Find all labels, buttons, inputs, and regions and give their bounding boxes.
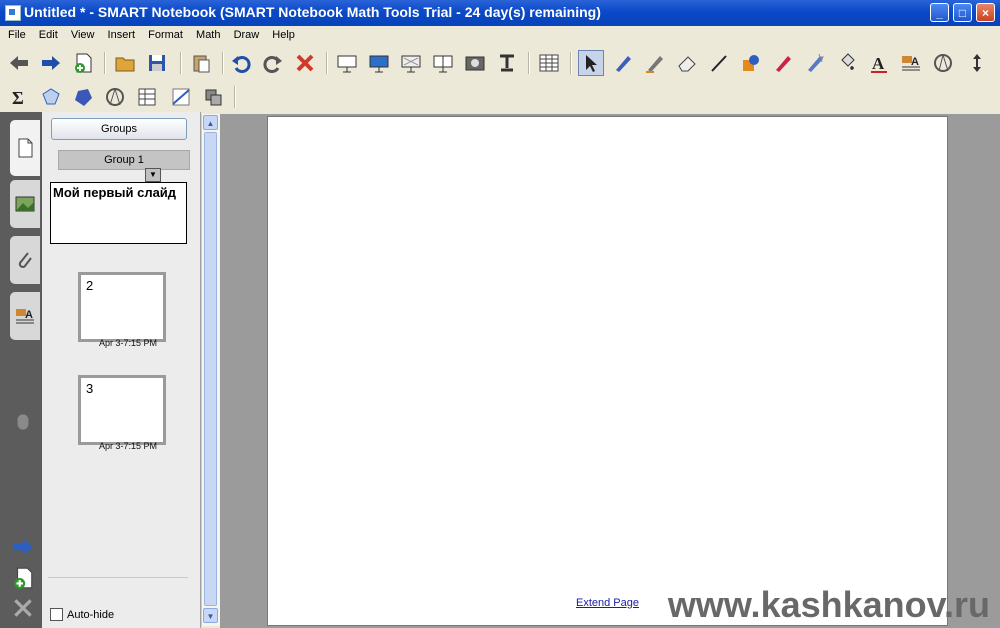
gallery-icon: [15, 196, 35, 212]
add-page-side-icon[interactable]: [11, 566, 35, 590]
dual-page-icon[interactable]: [430, 50, 456, 76]
svg-text:A: A: [872, 54, 885, 73]
sigma-icon[interactable]: Σ: [6, 84, 32, 110]
slide-number: 2: [86, 278, 94, 293]
svg-text:A: A: [25, 309, 33, 321]
slide-timestamp: Apr 3-7:15 PM: [98, 338, 158, 348]
menu-math[interactable]: Math: [188, 26, 224, 41]
3d-shape-icon[interactable]: [38, 84, 64, 110]
sorter-scrollbar[interactable]: ▲ ▼: [201, 114, 220, 626]
table-icon[interactable]: [536, 50, 562, 76]
autohide-checkbox[interactable]: [50, 608, 63, 621]
extend-page-link[interactable]: Extend Page: [576, 597, 639, 609]
notebook-page[interactable]: Extend Page: [267, 116, 948, 626]
maximize-button[interactable]: □: [953, 3, 972, 22]
tab-properties[interactable]: A: [10, 292, 40, 340]
menu-edit[interactable]: Edit: [31, 26, 62, 41]
math-table-icon[interactable]: [134, 84, 160, 110]
shape-recognition-icon[interactable]: [802, 50, 828, 76]
slide-3-thumbnail[interactable]: 3: [78, 375, 166, 445]
transparent-bg-icon[interactable]: [398, 50, 424, 76]
forward-icon[interactable]: [38, 50, 64, 76]
text-icon[interactable]: A: [866, 50, 892, 76]
window-title: Untitled * - SMART Notebook (SMART Noteb…: [24, 4, 601, 20]
capture-icon[interactable]: [462, 50, 488, 76]
line-icon[interactable]: [706, 50, 732, 76]
tab-page-sorter[interactable]: [10, 120, 40, 176]
polygon-icon[interactable]: [70, 84, 96, 110]
svg-text:Σ: Σ: [12, 88, 24, 108]
close-button[interactable]: ×: [976, 3, 995, 22]
app-icon: [5, 5, 21, 21]
measure-icon[interactable]: [930, 50, 956, 76]
menu-draw[interactable]: Draw: [226, 26, 264, 41]
scroll-up-icon[interactable]: ▲: [203, 115, 218, 130]
slide-1-text: Мой первый слайд: [53, 185, 177, 200]
menu-file[interactable]: File: [0, 26, 30, 41]
page-icon: [18, 138, 33, 158]
properties-tab-icon: A: [16, 309, 34, 324]
next-page-icon[interactable]: [11, 535, 35, 559]
scroll-thumb[interactable]: [204, 132, 217, 606]
select-icon[interactable]: [578, 50, 604, 76]
slide-1-thumbnail[interactable]: Мой первый слайд: [50, 182, 187, 244]
tab-gallery[interactable]: [10, 180, 40, 228]
page-sorter: Groups Group 1 ▼ Мой первый слайд 2 Apr …: [42, 112, 201, 628]
menu-bar: File Edit View Insert Format Math Draw H…: [0, 26, 1000, 44]
graph-icon[interactable]: [168, 84, 194, 110]
minimize-button[interactable]: _: [930, 3, 949, 22]
paperclip-icon: [18, 252, 32, 268]
menu-insert[interactable]: Insert: [100, 26, 140, 41]
slide-number: 3: [86, 381, 94, 396]
eraser-icon[interactable]: [674, 50, 700, 76]
title-bar: Untitled * - SMART Notebook (SMART Noteb…: [0, 0, 1000, 26]
divider: [48, 577, 188, 578]
back-icon[interactable]: [6, 50, 32, 76]
slide-2-thumbnail[interactable]: 2: [78, 272, 166, 342]
math-toolbar: Σ: [0, 80, 1000, 112]
side-tab-strip: A: [0, 112, 42, 628]
full-screen-icon[interactable]: [366, 50, 392, 76]
screen-shade-icon[interactable]: [334, 50, 360, 76]
mouse-icon[interactable]: [11, 410, 35, 434]
delete-icon[interactable]: [292, 50, 318, 76]
delete-page-icon[interactable]: [11, 596, 35, 620]
workspace: Extend Page: [220, 114, 1000, 628]
redo-icon[interactable]: [260, 50, 286, 76]
main-toolbar: A A: [0, 46, 1000, 78]
menu-help[interactable]: Help: [264, 26, 299, 41]
creative-pen-icon[interactable]: [642, 50, 668, 76]
math-tools-icon[interactable]: [200, 84, 226, 110]
properties-icon[interactable]: A: [898, 50, 924, 76]
slide-timestamp: Apr 3-7:15 PM: [98, 441, 158, 451]
shapes-icon[interactable]: [738, 50, 764, 76]
scroll-down-icon[interactable]: ▼: [203, 608, 218, 623]
compass-icon[interactable]: [102, 84, 128, 110]
chevron-down-icon[interactable]: ▼: [145, 168, 161, 182]
document-camera-icon[interactable]: [494, 50, 520, 76]
autohide-option[interactable]: Auto-hide: [50, 608, 114, 621]
undo-icon[interactable]: [228, 50, 254, 76]
save-icon[interactable]: [144, 50, 170, 76]
fill-icon[interactable]: [834, 50, 860, 76]
tab-attachments[interactable]: [10, 236, 40, 284]
svg-text:A: A: [911, 56, 919, 68]
group-header[interactable]: Group 1: [58, 150, 190, 170]
toolbar-move-icon[interactable]: [964, 50, 990, 76]
autohide-label: Auto-hide: [67, 608, 115, 621]
menu-format[interactable]: Format: [140, 26, 187, 41]
magic-pen-icon[interactable]: [770, 50, 796, 76]
groups-button[interactable]: Groups: [51, 118, 187, 140]
paste-icon[interactable]: [188, 50, 214, 76]
pen-icon[interactable]: [610, 50, 636, 76]
watermark: www.kashkanov.ru: [667, 584, 990, 625]
open-folder-icon[interactable]: [112, 50, 138, 76]
menu-view[interactable]: View: [63, 26, 99, 41]
add-page-icon[interactable]: [70, 50, 96, 76]
